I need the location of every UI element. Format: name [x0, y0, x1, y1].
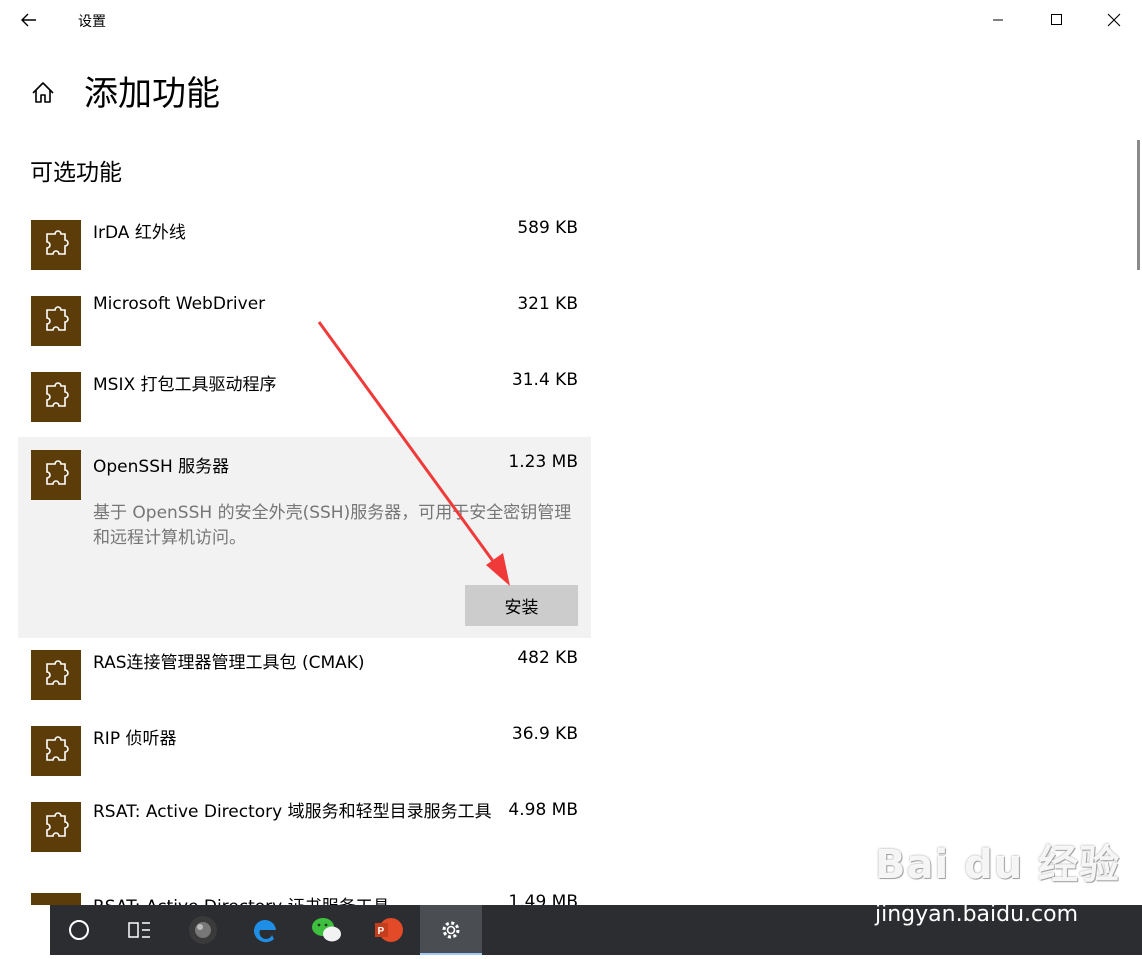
edge-icon [253, 919, 276, 943]
settings-icon [442, 921, 460, 939]
wechat-icon [312, 918, 341, 942]
watermark-brand: Bai du 经验 [875, 842, 1121, 888]
task-view-button[interactable] [108, 905, 170, 955]
svg-text:P: P [378, 926, 385, 937]
taskbar-powerpoint[interactable]: P [358, 905, 420, 955]
taskbar-settings[interactable] [420, 905, 482, 955]
taskbar-edge[interactable] [234, 905, 296, 955]
baidu-watermark: Bai du 经验 jingyan.baidu.com [875, 832, 1121, 927]
cortana-icon [69, 920, 89, 940]
app-avatar-icon [189, 916, 217, 944]
taskbar-wechat[interactable] [296, 905, 358, 955]
task-view-icon [128, 922, 150, 938]
watermark-url: jingyan.baidu.com [875, 902, 1079, 927]
taskbar-left-area [0, 905, 50, 955]
taskbar-app-avatar[interactable] [172, 905, 234, 955]
annotation-arrow-icon [317, 321, 510, 586]
powerpoint-icon: P [375, 918, 403, 942]
cortana-button[interactable] [48, 905, 110, 955]
